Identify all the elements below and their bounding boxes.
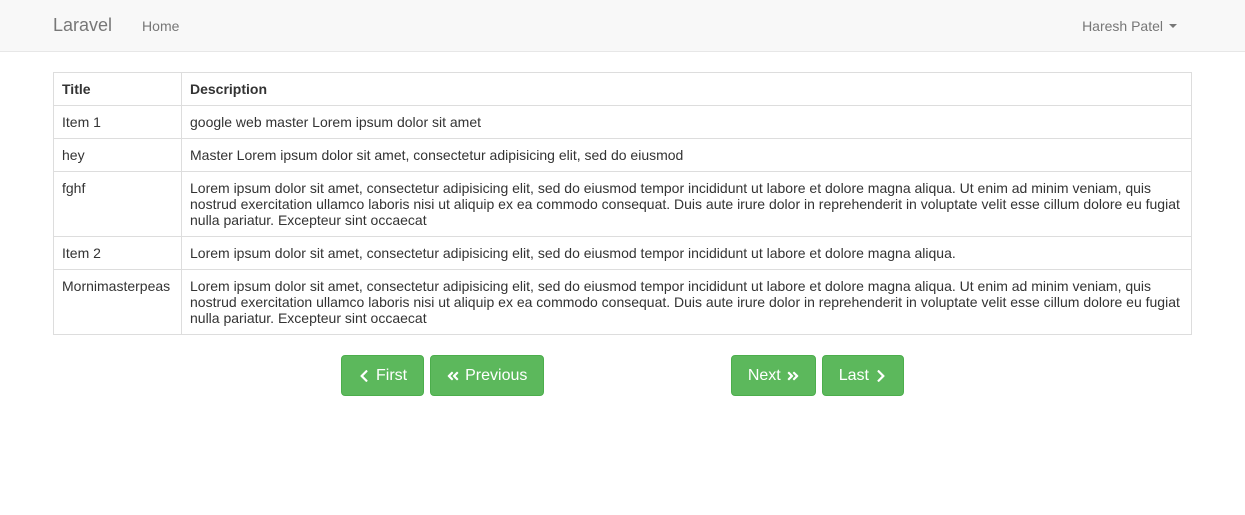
next-button[interactable]: Next bbox=[731, 355, 816, 396]
double-chevron-left-icon bbox=[447, 369, 459, 383]
navbar-brand[interactable]: Laravel bbox=[15, 0, 127, 51]
last-button[interactable]: Last bbox=[822, 355, 904, 396]
previous-button[interactable]: Previous bbox=[430, 355, 544, 396]
pagination-right: Next Last bbox=[731, 355, 904, 396]
last-label: Last bbox=[839, 366, 869, 385]
user-dropdown[interactable]: Haresh Patel bbox=[1067, 3, 1192, 49]
table-row: MornimasterpeasLorem ipsum dolor sit ame… bbox=[54, 270, 1192, 335]
header-description: Description bbox=[182, 73, 1192, 106]
main-container: Title Description Item 1google web maste… bbox=[0, 52, 1245, 416]
first-label: First bbox=[376, 366, 407, 385]
cell-description: Lorem ipsum dolor sit amet, consectetur … bbox=[182, 270, 1192, 335]
chevron-left-icon bbox=[358, 369, 370, 383]
table-row: fghfLorem ipsum dolor sit amet, consecte… bbox=[54, 172, 1192, 237]
cell-description: Lorem ipsum dolor sit amet, consectetur … bbox=[182, 237, 1192, 270]
navbar-left: Laravel Home bbox=[15, 0, 194, 51]
table-row: Item 1google web master Lorem ipsum dolo… bbox=[54, 106, 1192, 139]
nav-home-link[interactable]: Home bbox=[127, 3, 194, 49]
next-label: Next bbox=[748, 366, 781, 385]
pagination-left: First Previous bbox=[341, 355, 544, 396]
table-row: Item 2Lorem ipsum dolor sit amet, consec… bbox=[54, 237, 1192, 270]
chevron-right-icon bbox=[875, 369, 887, 383]
cell-title: hey bbox=[54, 139, 182, 172]
cell-description: Lorem ipsum dolor sit amet, consectetur … bbox=[182, 172, 1192, 237]
navbar: Laravel Home Haresh Patel bbox=[0, 0, 1245, 52]
username-label: Haresh Patel bbox=[1082, 18, 1163, 34]
table-header-row: Title Description bbox=[54, 73, 1192, 106]
caret-down-icon bbox=[1169, 24, 1177, 28]
cell-description: google web master Lorem ipsum dolor sit … bbox=[182, 106, 1192, 139]
double-chevron-right-icon bbox=[787, 369, 799, 383]
cell-title: fghf bbox=[54, 172, 182, 237]
cell-title: Mornimasterpeas bbox=[54, 270, 182, 335]
previous-label: Previous bbox=[465, 366, 527, 385]
cell-description: Master Lorem ipsum dolor sit amet, conse… bbox=[182, 139, 1192, 172]
cell-title: Item 1 bbox=[54, 106, 182, 139]
table-row: heyMaster Lorem ipsum dolor sit amet, co… bbox=[54, 139, 1192, 172]
header-title: Title bbox=[54, 73, 182, 106]
data-table: Title Description Item 1google web maste… bbox=[53, 72, 1192, 335]
cell-title: Item 2 bbox=[54, 237, 182, 270]
pagination: First Previous Next Last bbox=[53, 355, 1192, 396]
navbar-right: Haresh Patel bbox=[1067, 3, 1230, 49]
first-button[interactable]: First bbox=[341, 355, 424, 396]
